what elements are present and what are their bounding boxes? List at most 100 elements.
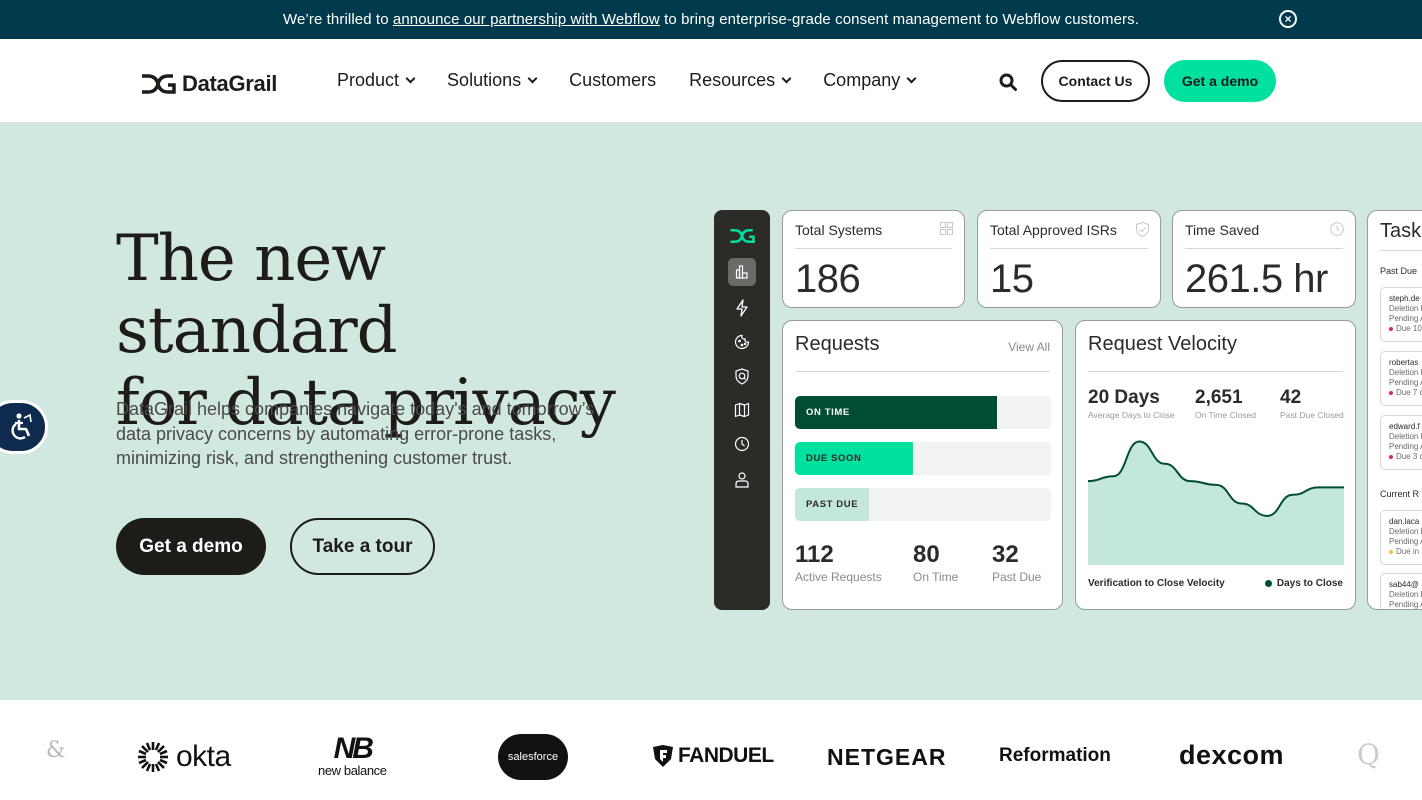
nav-item-customers[interactable]: Customers — [569, 70, 656, 91]
nav-label: Solutions — [447, 70, 522, 90]
metric-label: Average Days to Close — [1088, 410, 1175, 420]
search-icon[interactable] — [999, 73, 1017, 96]
banner-message: We’re thrilled to announce our partnersh… — [0, 11, 1422, 28]
close-icon[interactable]: × — [1279, 10, 1297, 28]
dashboard-sidebar — [714, 210, 770, 610]
task-due-text: Due in — [1396, 547, 1420, 556]
user-icon[interactable] — [728, 465, 756, 493]
contact-us-button[interactable]: Contact Us — [1041, 60, 1150, 102]
logo-salesforce: salesforce — [498, 734, 568, 780]
map-icon[interactable] — [728, 396, 756, 424]
total-label: Past Due — [992, 570, 1042, 584]
status-dot — [1389, 550, 1393, 554]
task-type: Deletion R — [1389, 590, 1422, 599]
stat-card-approved-isrs: Total Approved ISRs 15 — [977, 210, 1161, 308]
task-item[interactable]: dan.lacaDeletion RPending ADue in — [1380, 510, 1422, 565]
banner-text-suffix: to bring enterprise-grade consent manage… — [659, 11, 1139, 28]
task-status: Pending A — [1389, 314, 1422, 323]
nav-label: Product — [337, 70, 400, 90]
request-bar-due-soon: DUE SOON — [795, 442, 1051, 475]
logo-reformation: Reformation — [999, 745, 1111, 766]
divider — [1088, 371, 1343, 372]
accessibility-icon — [11, 413, 32, 440]
cookie-icon[interactable] — [728, 328, 756, 356]
nav-item-solutions[interactable]: Solutions — [447, 70, 538, 91]
velocity-metric: 2,651 On Time Closed — [1195, 387, 1256, 420]
metric-label: On Time Closed — [1195, 410, 1256, 420]
total-past-due: 32 Past Due — [992, 541, 1041, 584]
tasks-card: Tasks Past Due Current R steph.deDeletio… — [1367, 210, 1422, 610]
task-due-text: Due 7 d — [1396, 388, 1422, 397]
logo-okta: okta — [136, 740, 231, 774]
request-bar-on-time: ON TIME — [795, 396, 1051, 429]
logo-dexcom: dexcom — [1179, 740, 1285, 770]
task-item[interactable]: edward.fDeletion RPending ADue 3 d — [1380, 415, 1422, 470]
legend-label: Days to Close — [1276, 578, 1343, 589]
hero-description: DataGrail helps companies navigate today… — [116, 399, 595, 468]
nav-label: Company — [823, 70, 901, 90]
task-item[interactable]: robertasDeletion RPending ADue 7 d — [1380, 351, 1422, 406]
get-demo-button[interactable]: Get a demo — [116, 518, 266, 575]
divider — [1185, 248, 1343, 249]
card-title: Request Velocity — [1088, 333, 1237, 355]
task-type: Deletion R — [1389, 527, 1422, 536]
headline-line: The new standard — [116, 222, 398, 368]
take-tour-button[interactable]: Take a tour — [290, 518, 435, 575]
task-item[interactable]: sab44@Deletion RPending A — [1380, 573, 1422, 609]
legend-dot — [1264, 580, 1272, 587]
view-all-link[interactable]: View All — [1008, 340, 1050, 354]
logo-partial-left: & — [46, 738, 66, 763]
announcement-banner: We’re thrilled to announce our partnersh… — [0, 0, 1422, 39]
task-user: edward.f — [1389, 422, 1420, 431]
customer-logos-strip: & okta NB new balance salesforce FANDUEL… — [0, 700, 1422, 800]
logo-icon — [142, 74, 176, 94]
lightning-icon[interactable] — [728, 294, 756, 322]
task-item[interactable]: steph.deDeletion RPending ADue 10 — [1380, 287, 1422, 342]
task-user: dan.laca — [1389, 517, 1420, 526]
accessibility-button[interactable] — [0, 400, 48, 454]
divider — [795, 371, 1050, 372]
get-demo-nav-button[interactable]: Get a demo — [1164, 60, 1276, 102]
logo-icon[interactable] — [728, 222, 756, 250]
brand-logo[interactable]: DataGrail — [140, 71, 277, 97]
velocity-metric: 20 Days Average Days to Close — [1088, 387, 1175, 420]
tasks-section-label: Current R — [1380, 489, 1420, 499]
card-title: Tasks — [1380, 220, 1422, 242]
bar-label: DUE SOON — [806, 453, 862, 464]
status-dot — [1389, 455, 1393, 459]
total-value: 32 — [992, 541, 1019, 568]
bar-label: PAST DUE — [806, 499, 859, 510]
status-dot — [1389, 327, 1393, 331]
grid-icon — [940, 222, 953, 240]
task-user: steph.de — [1389, 294, 1420, 303]
task-type: Deletion R — [1389, 304, 1422, 313]
banner-link[interactable]: announce our partnership with Webflow — [393, 11, 660, 28]
fanduel-shield-icon — [653, 745, 673, 767]
banner-text: We’re thrilled to — [283, 11, 393, 28]
total-label: Active Requests — [795, 570, 882, 584]
chevron-down-icon — [405, 73, 416, 83]
stat-label: Total Approved ISRs — [990, 222, 1117, 238]
task-status: Pending A — [1389, 378, 1422, 387]
nav-item-company[interactable]: Company — [823, 70, 917, 91]
brand-name: DataGrail — [182, 71, 278, 96]
nav-item-product[interactable]: Product — [337, 70, 416, 91]
total-value: 112 — [795, 541, 834, 568]
total-label: On Time — [913, 570, 959, 584]
shield-check-icon — [1136, 221, 1149, 242]
clock-icon[interactable] — [728, 430, 756, 458]
nav-menu: Product Solutions Customers Resources Co… — [337, 70, 948, 91]
requests-card: Requests View All ON TIME DUE SOON PAST … — [782, 320, 1063, 610]
stat-label: Time Saved — [1185, 222, 1260, 238]
total-on-time: 80 On Time — [913, 541, 958, 584]
nb-mark: NB — [333, 732, 374, 765]
metric-label: Past Due Closed — [1280, 410, 1344, 420]
nb-wordmark: new balance — [318, 763, 387, 778]
shield-search-icon[interactable] — [728, 362, 756, 390]
bar-label: ON TIME — [806, 407, 850, 418]
bar-chart-icon[interactable] — [728, 258, 756, 286]
chevron-down-icon — [906, 73, 917, 83]
nav-item-resources[interactable]: Resources — [689, 70, 792, 91]
stat-label: Total Systems — [795, 222, 883, 238]
task-due: Due 7 d — [1389, 388, 1422, 398]
